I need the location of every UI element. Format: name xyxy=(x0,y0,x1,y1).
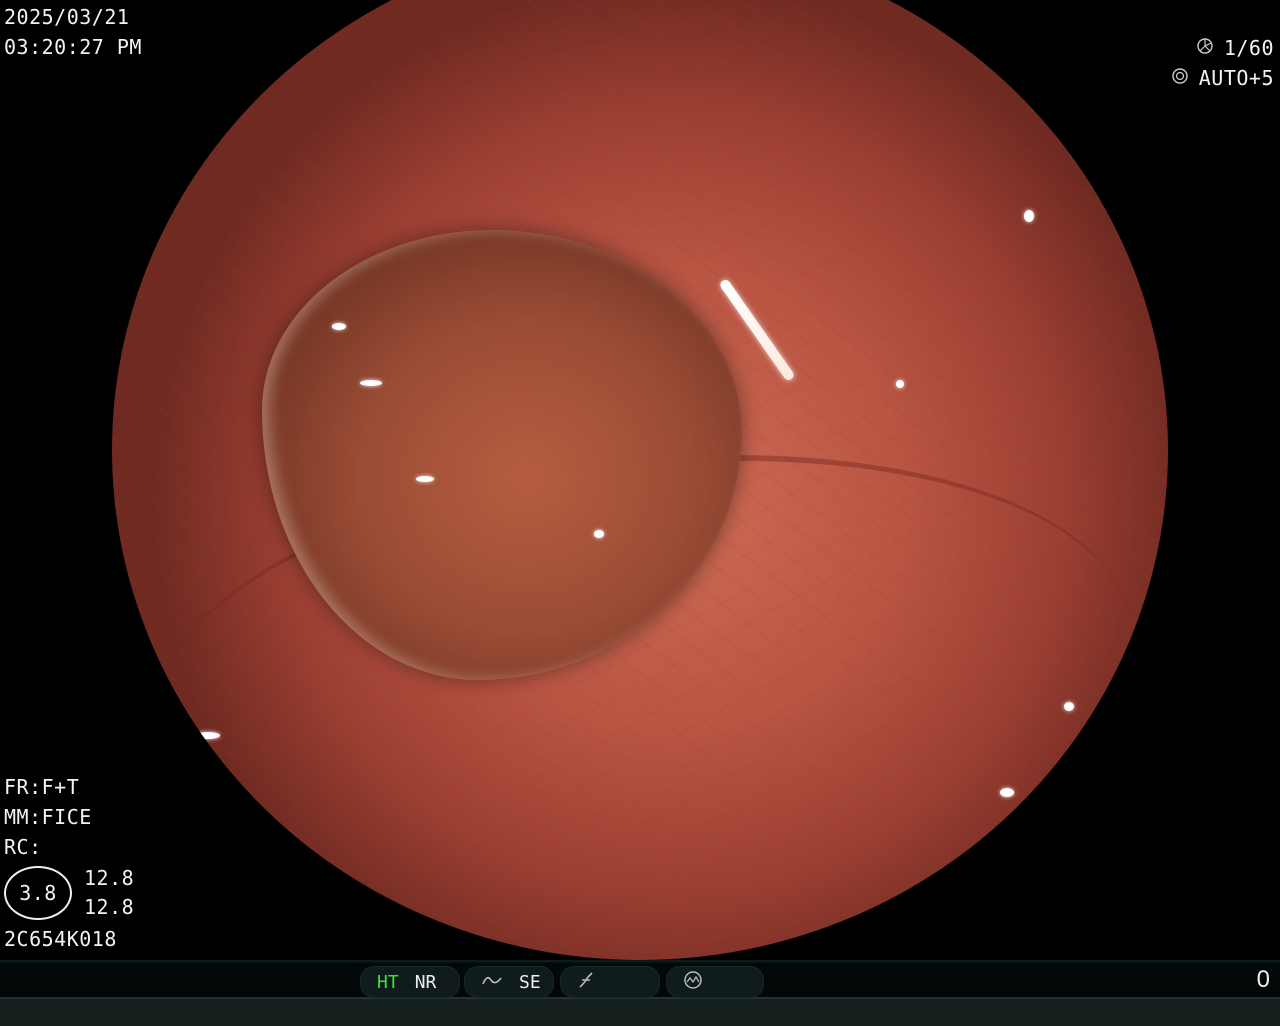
curve-segment[interactable] xyxy=(560,966,660,998)
se-segment[interactable]: SE xyxy=(464,966,554,998)
serial-number: 2C654K018 xyxy=(4,927,117,951)
specular-glint xyxy=(196,732,220,739)
bottom-strip xyxy=(0,997,1280,1026)
specular-glint xyxy=(332,323,346,330)
curve-icon xyxy=(577,971,595,993)
value-bottom: 12.8 xyxy=(84,895,135,919)
ht-indicator[interactable]: HT xyxy=(377,972,399,993)
mm-setting: MM:FICE xyxy=(4,805,92,829)
nr-indicator[interactable]: NR xyxy=(415,972,437,993)
dial-icon xyxy=(683,970,703,995)
specular-glint xyxy=(1024,210,1034,222)
exposure-block: 1/60 AUTO+5 xyxy=(1171,33,1274,93)
shutter-icon xyxy=(1196,33,1214,63)
circle-value: 3.8 xyxy=(4,866,72,920)
exposure-mode: AUTO+5 xyxy=(1198,66,1274,90)
specular-glint xyxy=(1064,702,1074,711)
shutter-speed: 1/60 xyxy=(1223,36,1274,60)
measurement-row: 3.8 12.8 12.8 xyxy=(4,864,134,922)
date-text: 2025/03/21 xyxy=(4,5,130,29)
ht-nr-segment[interactable]: HT NR xyxy=(360,966,460,998)
endoscope-view xyxy=(112,0,1168,960)
specular-glint xyxy=(896,380,904,388)
specular-glint xyxy=(1000,788,1014,797)
se-wave-icon xyxy=(481,972,503,993)
specular-glint xyxy=(360,380,382,386)
dial-segment[interactable] xyxy=(666,966,764,998)
specular-glint xyxy=(416,476,434,482)
aperture-icon xyxy=(1171,63,1189,93)
frame-counter: 0 xyxy=(1256,966,1270,993)
se-indicator[interactable]: SE xyxy=(519,972,541,993)
value-top: 12.8 xyxy=(84,866,135,890)
settings-block: FR:F+T MM:FICE RC: 3.8 12.8 12.8 2C654K0… xyxy=(4,772,134,954)
specular-glint xyxy=(594,530,604,538)
circle-value-text: 3.8 xyxy=(19,881,57,905)
time-text: 03:20:27 PM xyxy=(4,35,142,59)
date-time-block: 2025/03/21 03:20:27 PM xyxy=(4,2,142,62)
fr-setting: FR:F+T xyxy=(4,775,80,799)
rc-setting: RC: xyxy=(4,835,42,859)
